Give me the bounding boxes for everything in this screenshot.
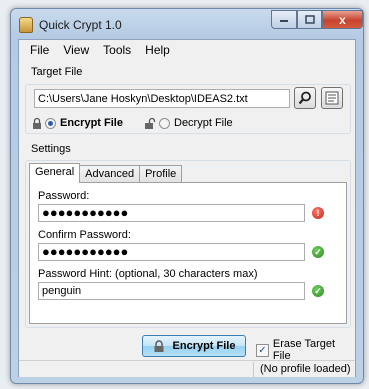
encrypt-radio[interactable] [45,117,56,129]
password-error-icon: ! [312,207,324,219]
title-bar[interactable]: Quick Crypt 1.0 x [11,9,363,39]
minimize-icon [280,19,288,22]
lock-open-icon [145,117,156,129]
target-path-input[interactable] [34,89,290,108]
settings-label: Settings [31,143,71,155]
erase-target-label: Erase Target File [272,338,336,362]
maximize-button[interactable] [297,10,322,29]
menu-tools[interactable]: Tools [96,40,138,60]
menu-file[interactable]: File [23,40,56,60]
settings-tabs: General Advanced Profile [29,163,183,183]
password-field[interactable]: ●●●●●●●●●●● [38,204,305,222]
password-label: Password: [38,190,90,202]
target-file-label: Target File [31,66,83,78]
lock-closed-icon [33,117,41,129]
decrypt-mode-option[interactable]: Decrypt File [144,115,233,131]
menu-view[interactable]: View [56,40,96,60]
encrypt-button-label: Encrypt File [172,340,236,352]
status-separator [253,362,254,377]
decrypt-radio[interactable] [159,117,170,129]
erase-target-option[interactable]: ✓ Erase Target File [256,338,355,362]
menu-help[interactable]: Help [138,40,177,60]
app-icon [19,17,33,33]
magnifier-icon [298,91,311,105]
browse-button[interactable] [294,87,316,109]
encrypt-radio-label: Encrypt File [60,117,123,129]
lock-icon [154,339,164,352]
close-icon: x [339,12,346,27]
profile-status-text: (No profile loaded) [260,363,351,375]
tab-general[interactable]: General [29,163,81,183]
tab-advanced[interactable]: Advanced [79,165,141,183]
app-window: Quick Crypt 1.0 x File View Tools Help T… [10,8,364,384]
file-properties-button[interactable] [321,87,343,109]
maximize-icon [304,15,315,24]
decrypt-radio-label: Decrypt File [174,117,233,129]
encrypt-mode-option[interactable]: Encrypt File [32,115,123,131]
encrypt-file-button[interactable]: Encrypt File [142,335,246,357]
hint-ok-icon: ✓ [312,285,324,297]
close-button[interactable]: x [322,10,363,29]
password-hint-input[interactable] [38,282,305,300]
target-file-group: Encrypt File Decrypt File [25,84,351,134]
erase-target-checkbox[interactable]: ✓ [256,343,269,357]
client-area: File View Tools Help Target File C:\User… [18,39,356,377]
window-title: Quick Crypt 1.0 [39,18,122,32]
confirm-password-field[interactable]: ●●●●●●●●●●● [38,243,305,261]
general-tab-panel: Password: ●●●●●●●●●●● ! Confirm Password… [29,182,347,324]
menu-bar: File View Tools Help [19,40,355,60]
status-bar: (No profile loaded) [19,360,355,377]
settings-group: General Advanced Profile Password: ●●●●●… [25,160,351,328]
confirm-ok-icon: ✓ [312,246,324,258]
file-details-icon [325,91,339,105]
tab-profile[interactable]: Profile [139,165,183,183]
minimize-button[interactable] [271,10,297,29]
confirm-password-label: Confirm Password: [38,229,131,241]
password-hint-label: Password Hint: (optional, 30 characters … [38,268,258,280]
